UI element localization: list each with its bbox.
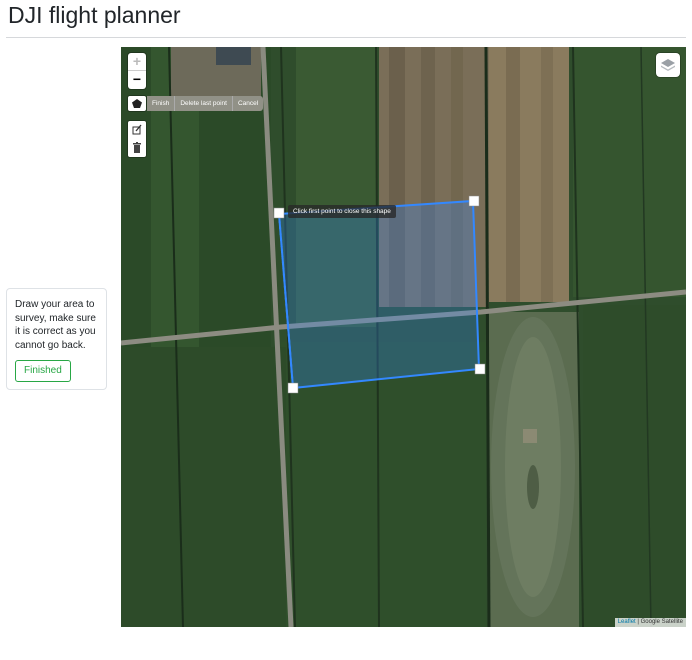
trash-icon: [133, 142, 141, 153]
map-view[interactable]: + − Finish Delete last point Cancel Clic…: [121, 47, 686, 627]
draw-polygon-button[interactable]: [128, 96, 146, 111]
draw-actions-bar: Finish Delete last point Cancel: [147, 96, 264, 111]
delete-last-point-button[interactable]: Delete last point: [174, 96, 232, 111]
cancel-drawing-button[interactable]: Cancel: [231, 96, 264, 111]
layers-icon: [661, 59, 675, 71]
leaflet-link[interactable]: Leaflet: [618, 619, 636, 625]
finish-drawing-button[interactable]: Finish: [147, 96, 175, 111]
finished-button[interactable]: Finished: [15, 360, 71, 382]
edit-layers-button[interactable]: [128, 121, 146, 139]
instructions-text: Draw your area to survey, make sure it i…: [15, 299, 96, 351]
polygon-vertex: [474, 363, 486, 375]
polygon-vertex: [273, 207, 285, 219]
edit-icon: [132, 124, 142, 135]
draw-tooltip: Click first point to close this shape: [288, 205, 396, 218]
polygon-vertex: [468, 195, 480, 207]
layers-button[interactable]: [656, 53, 680, 77]
map-attribution: Leaflet | Google Satellite: [614, 618, 686, 627]
delete-layers-button[interactable]: [128, 139, 146, 157]
edit-toolbar: [128, 121, 146, 157]
instructions-card: Draw your area to survey, make sure it i…: [6, 288, 107, 390]
attribution-source: Google Satellite: [640, 619, 683, 625]
survey-area-polygon: [277, 199, 481, 390]
polygon-vertex: [287, 382, 299, 394]
zoom-control: + −: [128, 53, 146, 89]
title-divider: [6, 37, 686, 38]
zoom-in-button[interactable]: +: [128, 53, 146, 71]
zoom-out-button[interactable]: −: [128, 71, 146, 89]
page-title: DJI flight planner: [8, 2, 181, 28]
polygon-icon: [132, 99, 142, 108]
satellite-imagery: [121, 47, 686, 627]
